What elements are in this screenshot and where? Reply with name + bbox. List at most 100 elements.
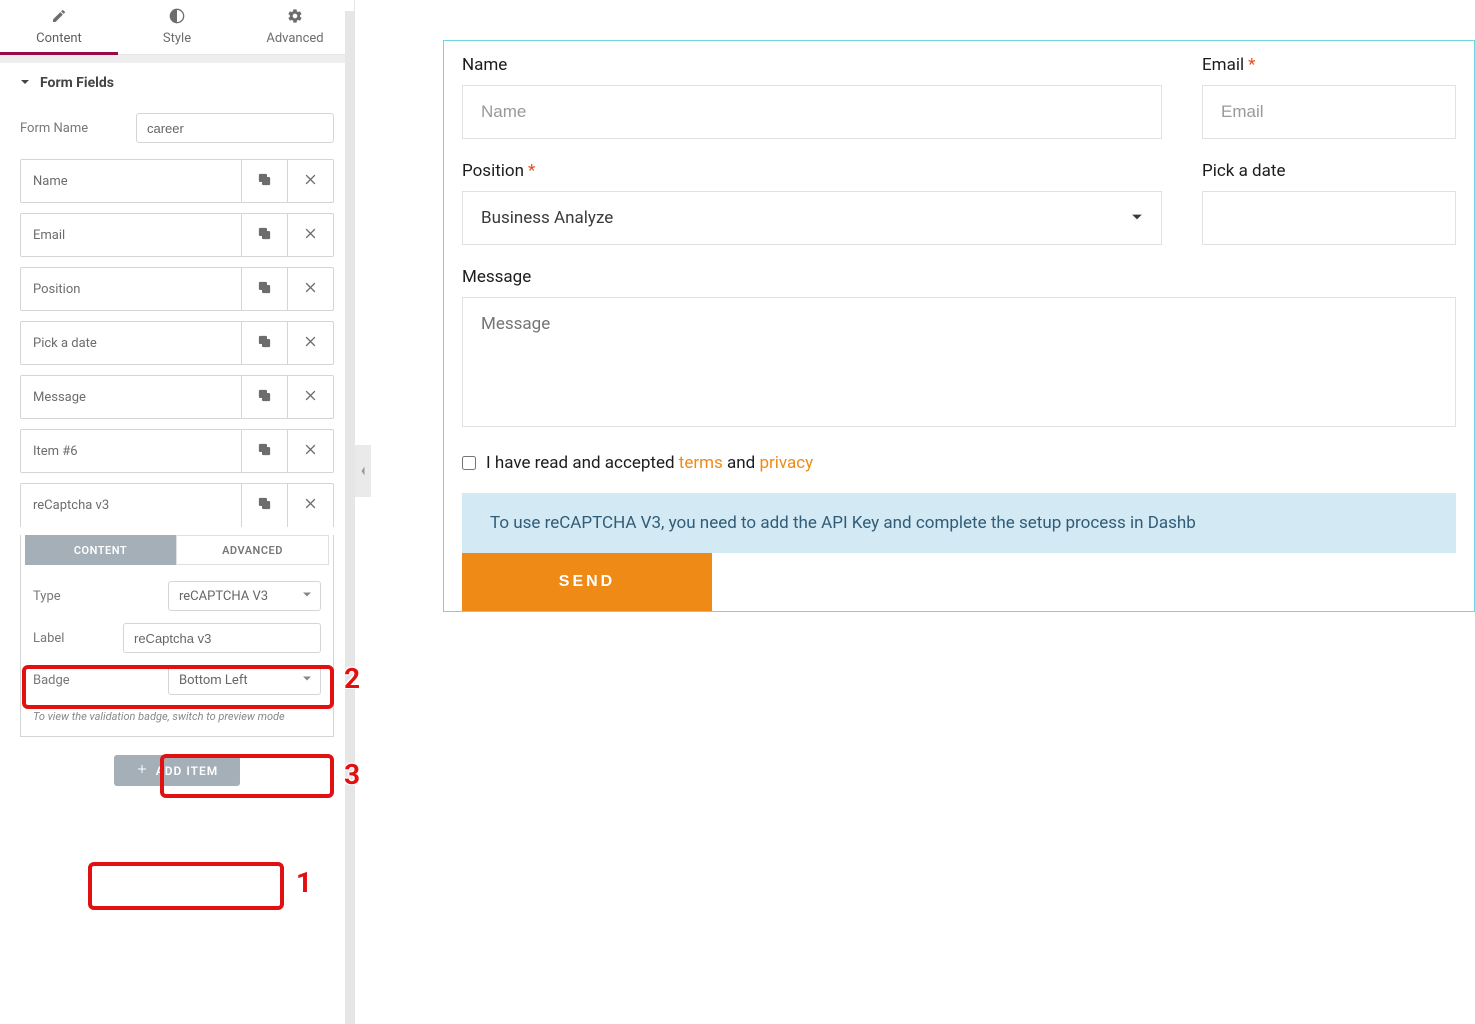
name-input[interactable] [462,85,1162,139]
tab-style[interactable]: Style [118,0,236,54]
caret-down-icon [20,75,30,91]
field-item-recaptcha[interactable]: reCaptcha v3 [20,483,334,527]
label-input[interactable] [123,623,321,653]
pick-a-date-label: Pick a date [1202,161,1456,181]
close-icon [303,172,318,191]
position-select[interactable]: Business Analyze [462,191,1162,245]
copy-icon [257,226,272,245]
label-row: Label [21,617,333,659]
terms-link[interactable]: terms [679,453,723,473]
accept-checkbox[interactable] [462,456,476,470]
remove-button[interactable] [287,268,333,310]
gear-icon [287,8,303,28]
copy-icon [257,280,272,299]
privacy-link[interactable]: privacy [759,453,813,473]
badge-value: Bottom Left [179,673,248,688]
field-item-message[interactable]: Message [20,375,334,419]
remove-button[interactable] [287,430,333,472]
duplicate-button[interactable] [241,484,287,527]
form-preview: Name Email* Position * Business Analyze … [443,40,1475,612]
recaptcha-alert: To use reCAPTCHA V3, you need to add the… [462,493,1456,553]
section-title: Form Fields [40,75,114,91]
close-icon [303,226,318,245]
form-name-input[interactable] [136,113,334,143]
email-label: Email* [1202,55,1456,75]
collapse-sidebar-handle[interactable] [355,445,371,497]
required-asterisk: * [528,161,535,181]
field-item-name[interactable]: Name [20,159,334,203]
duplicate-button[interactable] [241,322,287,364]
required-asterisk: * [1248,55,1255,75]
field-item-label: Position [21,268,241,310]
field-item-label: Item #6 [21,430,241,472]
name-label: Name [462,55,1162,75]
message-textarea[interactable] [462,297,1456,427]
section-form-fields-header[interactable]: Form Fields [0,63,354,103]
add-item-label: ADD ITEM [156,764,219,778]
send-button[interactable]: SEND [462,553,712,611]
type-select[interactable]: reCAPTCHA V3 [168,581,321,611]
field-item-label: Message [21,376,241,418]
chevron-down-icon [302,673,312,688]
close-icon [303,334,318,353]
field-item-item6[interactable]: Item #6 [20,429,334,473]
duplicate-button[interactable] [241,268,287,310]
field-item-pick-a-date[interactable]: Pick a date [20,321,334,365]
remove-button[interactable] [287,484,333,527]
remove-button[interactable] [287,214,333,256]
add-item-button[interactable]: ADD ITEM [114,755,241,786]
copy-icon [257,388,272,407]
badge-label: Badge [33,673,168,688]
accept-row: I have read and accepted terms and priva… [462,453,1456,473]
tab-label: Style [163,31,191,46]
chevron-left-icon [359,462,367,481]
position-value: Business Analyze [481,208,613,228]
duplicate-button[interactable] [241,376,287,418]
duplicate-button[interactable] [241,160,287,202]
add-item-wrap: ADD ITEM [0,755,354,786]
type-value: reCAPTCHA V3 [179,589,268,604]
copy-icon [257,442,272,461]
copy-icon [257,496,272,515]
remove-button[interactable] [287,376,333,418]
pencil-icon [51,8,67,28]
validation-note: To view the validation badge, switch to … [21,701,333,724]
field-item-label: Pick a date [21,322,241,364]
sidebar: Content Style Advanced Form Fields Form … [0,0,355,1024]
type-label: Type [33,589,168,604]
field-item-label: Email [21,214,241,256]
tab-advanced[interactable]: Advanced [236,0,354,54]
pick-a-date-input[interactable] [1202,191,1456,245]
duplicate-button[interactable] [241,214,287,256]
close-icon [303,388,318,407]
position-label: Position * [462,161,1162,181]
remove-button[interactable] [287,160,333,202]
copy-icon [257,172,272,191]
tab-label: Advanced [266,31,323,46]
tab-label: Content [36,31,82,46]
accept-text: I have read and accepted terms and priva… [486,453,813,473]
top-tabs-bar: Content Style Advanced [0,0,354,55]
field-item-position[interactable]: Position [20,267,334,311]
subtab-advanced[interactable]: ADVANCED [176,535,329,565]
subtab-content[interactable]: CONTENT [25,535,176,565]
email-input[interactable] [1202,85,1456,139]
duplicate-button[interactable] [241,430,287,472]
tab-content[interactable]: Content [0,0,118,54]
label-label: Label [33,631,123,646]
chevron-down-icon [1131,208,1143,228]
chevron-down-icon [302,589,312,604]
field-item-email[interactable]: Email [20,213,334,257]
copy-icon [257,334,272,353]
sidebar-scrollbar[interactable] [345,11,354,1024]
recaptcha-expanded-panel: CONTENT ADVANCED Type reCAPTCHA V3 Label… [20,535,334,737]
close-icon [303,442,318,461]
remove-button[interactable] [287,322,333,364]
close-icon [303,496,318,515]
field-item-label: reCaptcha v3 [21,484,241,527]
field-item-label: Name [21,160,241,202]
contrast-icon [169,8,185,28]
badge-select[interactable]: Bottom Left [168,665,321,695]
form-name-label: Form Name [20,121,136,136]
tabs-shadow [0,55,346,63]
